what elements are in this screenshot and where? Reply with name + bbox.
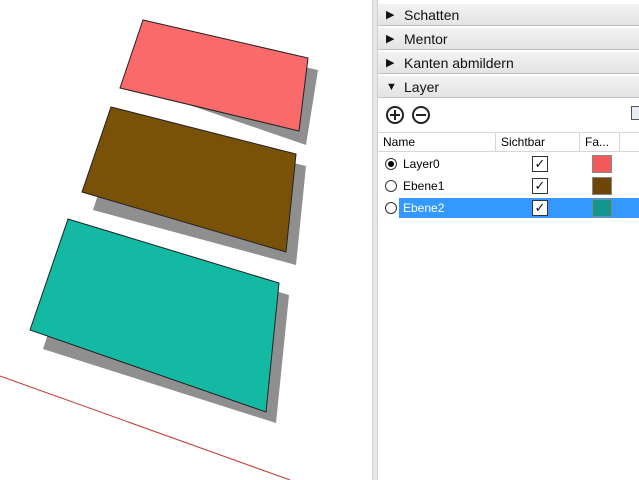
layer-name[interactable]: Layer0 — [400, 155, 444, 173]
layer-color-swatch[interactable] — [592, 199, 612, 217]
plus-icon-vertical — [394, 110, 396, 120]
layer-table-header: Name Sichtbar Fa... — [378, 132, 639, 152]
tray-header-kanten-abmildern[interactable]: ▶ Kanten abmildern — [378, 52, 639, 74]
tray-header-mentor[interactable]: ▶ Mentor — [378, 28, 639, 50]
tray-label-kanten-abmildern: Kanten abmildern — [404, 54, 514, 71]
layer-row-ebene1[interactable]: Ebene1 ✓ — [378, 175, 639, 197]
tray-header-layer[interactable]: ▼ Layer — [378, 76, 639, 98]
column-header-farbe[interactable]: Fa... — [580, 133, 620, 152]
scene-canvas[interactable] — [0, 0, 372, 480]
expand-arrow-icon: ▶ — [386, 33, 395, 45]
column-header-name[interactable]: Name — [378, 133, 496, 152]
layer-toolbar — [378, 99, 639, 131]
expand-arrow-icon: ▶ — [386, 9, 395, 21]
expand-arrow-icon: ▶ — [386, 57, 395, 69]
active-layer-radio[interactable] — [385, 202, 397, 214]
layer-color-swatch[interactable] — [592, 155, 612, 173]
active-layer-radio[interactable] — [385, 158, 397, 170]
tray-header-schatten[interactable]: ▶ Schatten — [378, 4, 639, 26]
details-menu-button[interactable] — [631, 106, 639, 120]
layer-name[interactable]: Ebene2 — [400, 199, 448, 217]
collapse-arrow-icon: ▼ — [386, 80, 397, 93]
visible-checkbox[interactable]: ✓ — [532, 200, 548, 216]
layer-row-layer0[interactable]: Layer0 ✓ — [378, 153, 639, 175]
minus-icon — [416, 114, 426, 116]
visible-checkbox[interactable]: ✓ — [532, 156, 548, 172]
delete-layer-button[interactable] — [412, 106, 430, 124]
modeling-viewport[interactable] — [0, 0, 372, 480]
layer-color-swatch[interactable] — [592, 177, 612, 195]
tray-label-mentor: Mentor — [404, 30, 448, 47]
tray-label-schatten: Schatten — [404, 6, 460, 23]
face-layer0[interactable] — [119, 19, 309, 132]
layer-row-ebene2[interactable]: Ebene2 ✓ — [378, 197, 639, 219]
default-tray: ▶ Schatten ▶ Mentor ▶ Kanten abmildern ▼… — [378, 0, 639, 480]
tray-label-layer: Layer — [404, 78, 440, 95]
add-layer-button[interactable] — [386, 106, 404, 124]
column-header-sichtbar[interactable]: Sichtbar — [496, 133, 580, 152]
layer-name[interactable]: Ebene1 — [400, 177, 448, 195]
active-layer-radio[interactable] — [385, 180, 397, 192]
visible-checkbox[interactable]: ✓ — [532, 178, 548, 194]
